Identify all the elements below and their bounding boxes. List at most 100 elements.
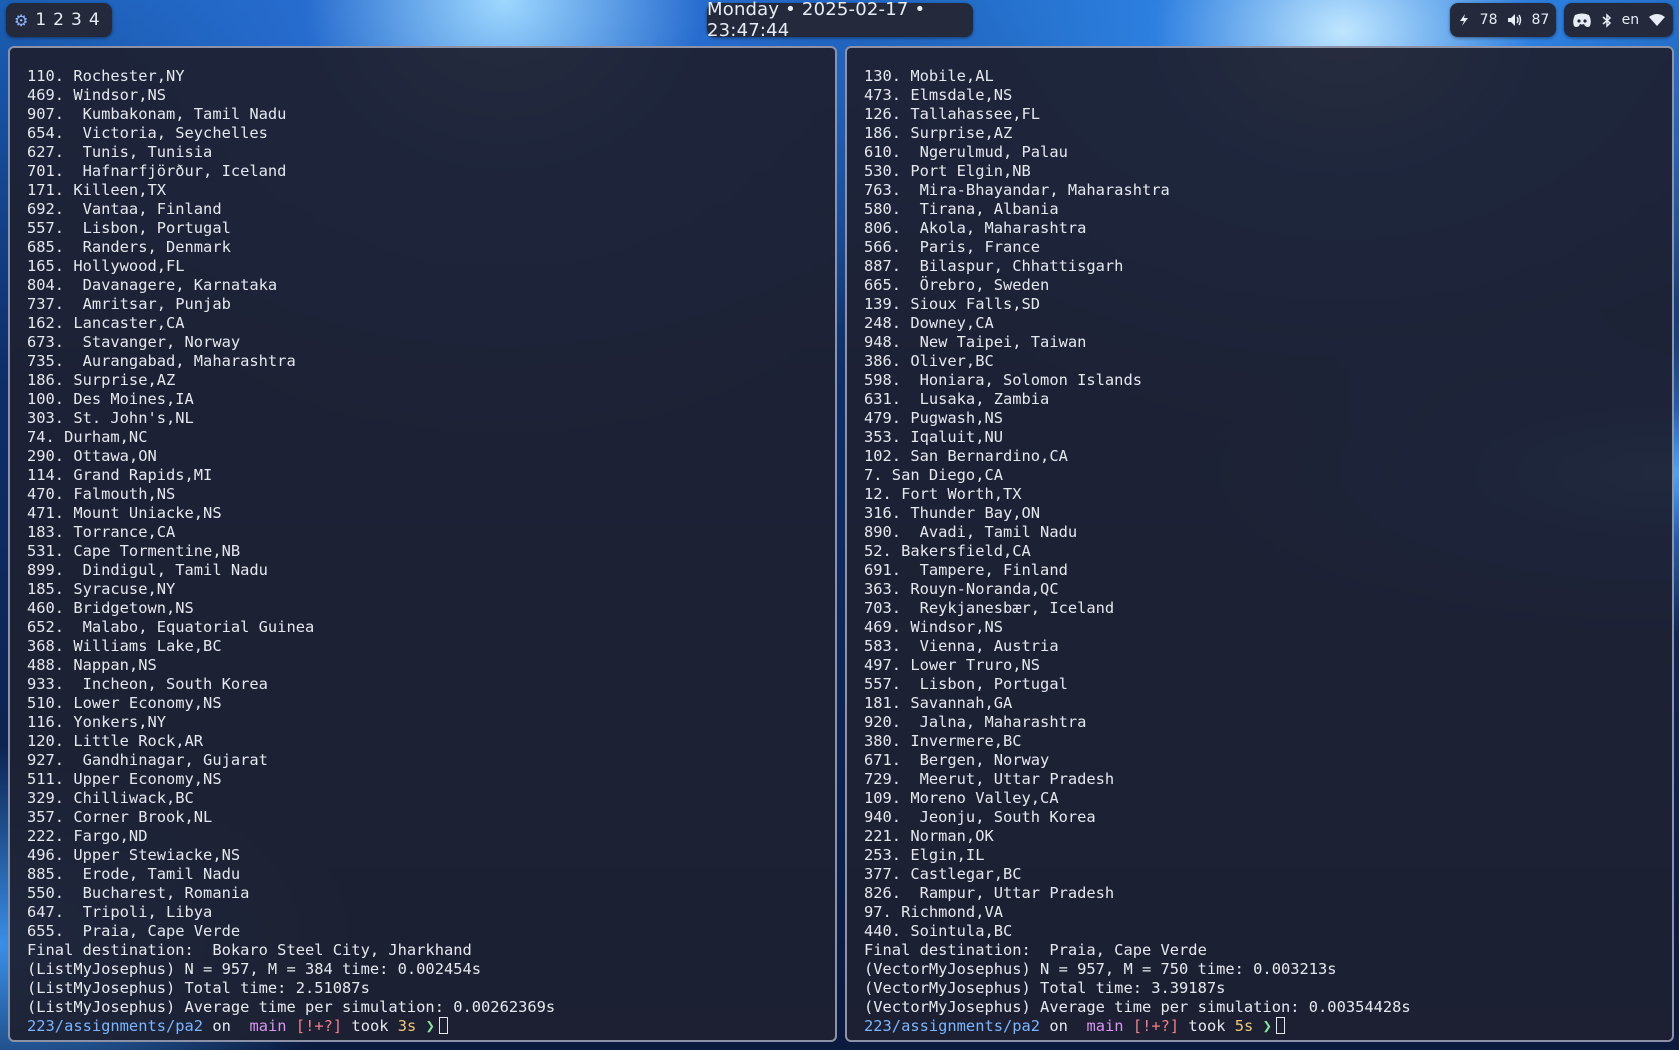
output-line: 763. Mira-Bhayandar, Maharashtra: [864, 181, 1170, 199]
output-line: 470. Falmouth,NS: [27, 485, 176, 503]
wifi-icon[interactable]: [1648, 13, 1665, 27]
output-line: 74. Durham,NC: [27, 428, 148, 446]
output-line: 221. Norman,OK: [864, 827, 994, 845]
output-line: 885. Erode, Tamil Nadu: [27, 865, 241, 883]
output-line: 473. Elmsdale,NS: [864, 86, 1013, 104]
output-line: 460. Bridgetown,NS: [27, 599, 194, 617]
workspace-1-button[interactable]: 1: [35, 10, 46, 30]
output-line: 557. Lisbon, Portugal: [864, 675, 1068, 693]
output-line: 692. Vantaa, Finland: [27, 200, 222, 218]
workspace-4-button[interactable]: 4: [89, 10, 100, 30]
output-line: 497. Lower Truro,NS: [864, 656, 1041, 674]
output-line: 940. Jeonju, South Korea: [864, 808, 1096, 826]
discord-icon[interactable]: [1572, 13, 1592, 28]
system-status: 78 87: [1450, 3, 1556, 37]
text-cursor: [1275, 1017, 1285, 1034]
output-line: 899. Dindigul, Tamil Nadu: [27, 561, 268, 579]
output-line: 631. Lusaka, Zambia: [864, 390, 1050, 408]
output-line: 907. Kumbakonam, Tamil Nadu: [27, 105, 287, 123]
output-line: 530. Port Elgin,NB: [864, 162, 1031, 180]
output-line: 685. Randers, Denmark: [27, 238, 231, 256]
output-line: 186. Surprise,AZ: [864, 124, 1013, 142]
output-line: 97. Richmond,VA: [864, 903, 1003, 921]
output-line: 927. Gandhinagar, Gujarat: [27, 751, 268, 769]
output-line: 7. San Diego,CA: [864, 466, 1003, 484]
prompt-path: 223/assignments/pa2: [864, 1017, 1041, 1035]
output-line: 531. Cape Tormentine,NB: [27, 542, 241, 560]
output-line: 804. Davanagere, Karnataka: [27, 276, 278, 294]
terminal-left[interactable]: 110. Rochester,NY 469. Windsor,NS 907. Kum…: [8, 46, 837, 1042]
output-line: 496. Upper Stewiacke,NS: [27, 846, 241, 864]
output-line: 253. Elgin,IL: [864, 846, 985, 864]
workspace-switcher: ⚙ 1 2 3 4: [6, 3, 112, 37]
output-line: 120. Little Rock,AR: [27, 732, 204, 750]
prompt-took: took: [351, 1017, 389, 1035]
output-line: 386. Oliver,BC: [864, 352, 994, 370]
prompt-arrow: ❯: [425, 1017, 435, 1035]
output-line: 671. Bergen, Norway: [864, 751, 1050, 769]
prompt-duration: 5s: [1234, 1017, 1254, 1035]
output-line: 701. Hafnarfjörður, Iceland: [27, 162, 287, 180]
output-line: 580. Tirana, Albania: [864, 200, 1059, 218]
output-line: 510. Lower Economy,NS: [27, 694, 222, 712]
output-line: 116. Yonkers,NY: [27, 713, 166, 731]
text-cursor: [438, 1017, 448, 1034]
clock[interactable]: Monday • 2025-02-17 • 23:47:44: [707, 0, 973, 41]
output-line: 890. Avadi, Tamil Nadu: [864, 523, 1078, 541]
output-line: 948. New Taipei, Taiwan: [864, 333, 1087, 351]
workspace-2-button[interactable]: 2: [53, 10, 64, 30]
output-line: 186. Surprise,AZ: [27, 371, 176, 389]
output-line: 703. Reykjanesbær, Iceland: [864, 599, 1115, 617]
gear-icon[interactable]: ⚙: [14, 11, 28, 30]
battery-charging-icon[interactable]: [1457, 13, 1471, 27]
output-line: (VectorMyJosephus) Average time per simu…: [864, 998, 1411, 1016]
output-line: 735. Aurangabad, Maharashtra: [27, 352, 296, 370]
output-line: 102. San Bernardino,CA: [864, 447, 1068, 465]
volume-icon[interactable]: [1507, 13, 1523, 27]
output-line: (ListMyJosephus) Total time: 2.51087s: [27, 979, 370, 997]
output-line: 566. Paris, France: [864, 238, 1041, 256]
output-line: 185. Syracuse,NY: [27, 580, 176, 598]
output-line: 469. Windsor,NS: [864, 618, 1003, 636]
output-line: 357. Corner Brook,NL: [27, 808, 213, 826]
system-tray: en: [1564, 3, 1673, 37]
output-line: 737. Amritsar, Punjab: [27, 295, 231, 313]
keyboard-language[interactable]: en: [1622, 12, 1640, 28]
output-line: 691. Tampere, Finland: [864, 561, 1068, 579]
output-line: 440. Sointula,BC: [864, 922, 1013, 940]
output-line: 303. St. John's,NL: [27, 409, 194, 427]
output-line: 887. Bilaspur, Chhattisgarh: [864, 257, 1124, 275]
output-line: 114. Grand Rapids,MI: [27, 466, 213, 484]
output-line: 12. Fort Worth,TX: [864, 485, 1022, 503]
output-line: (ListMyJosephus) N = 957, M = 384 time: …: [27, 960, 482, 978]
output-line: 353. Iqaluit,NU: [864, 428, 1003, 446]
output-line: 598. Honiara, Solomon Islands: [864, 371, 1142, 389]
output-line: 583. Vienna, Austria: [864, 637, 1059, 655]
output-line: 316. Thunder Bay,ON: [864, 504, 1041, 522]
prompt-git-status: [!+?]: [295, 1017, 343, 1035]
output-line: 171. Killeen,TX: [27, 181, 166, 199]
output-line: 248. Downey,CA: [864, 314, 994, 332]
output-line: 363. Rouyn-Noranda,QC: [864, 580, 1059, 598]
terminal-output: 110. Rochester,NY 469. Windsor,NS 907. Kum…: [10, 48, 835, 1036]
output-line: 183. Torrance,CA: [27, 523, 176, 541]
output-line: 165. Hollywood,FL: [27, 257, 185, 275]
output-line: 368. Williams Lake,BC: [27, 637, 222, 655]
output-line: 290. Ottawa,ON: [27, 447, 157, 465]
prompt-git-branch: main: [240, 1017, 287, 1035]
output-line: 100. Des Moines,IA: [27, 390, 194, 408]
terminal-right[interactable]: 130. Mobile,AL 473. Elmsdale,NS 126. Talla…: [845, 46, 1674, 1042]
prompt-git-branch: main: [1077, 1017, 1124, 1035]
shell-prompt[interactable]: 223/assignments/pa2 on main [!+?] took 5…: [864, 1017, 1672, 1036]
top-bar: ⚙ 1 2 3 4 Monday • 2025-02-17 • 23:47:44…: [0, 0, 1679, 41]
output-line: (VectorMyJosephus) Total time: 3.39187s: [864, 979, 1226, 997]
prompt-took: took: [1188, 1017, 1226, 1035]
output-line: 826. Rampur, Uttar Pradesh: [864, 884, 1115, 902]
output-line: Final destination: Bokaro Steel City, Jh…: [27, 941, 472, 959]
output-line: 729. Meerut, Uttar Pradesh: [864, 770, 1115, 788]
shell-prompt[interactable]: 223/assignments/pa2 on main [!+?] took 3…: [27, 1017, 835, 1036]
workspace-3-button[interactable]: 3: [71, 10, 82, 30]
bluetooth-icon[interactable]: [1602, 12, 1612, 28]
prompt-git-status: [!+?]: [1132, 1017, 1180, 1035]
output-line: 377. Castlegar,BC: [864, 865, 1022, 883]
